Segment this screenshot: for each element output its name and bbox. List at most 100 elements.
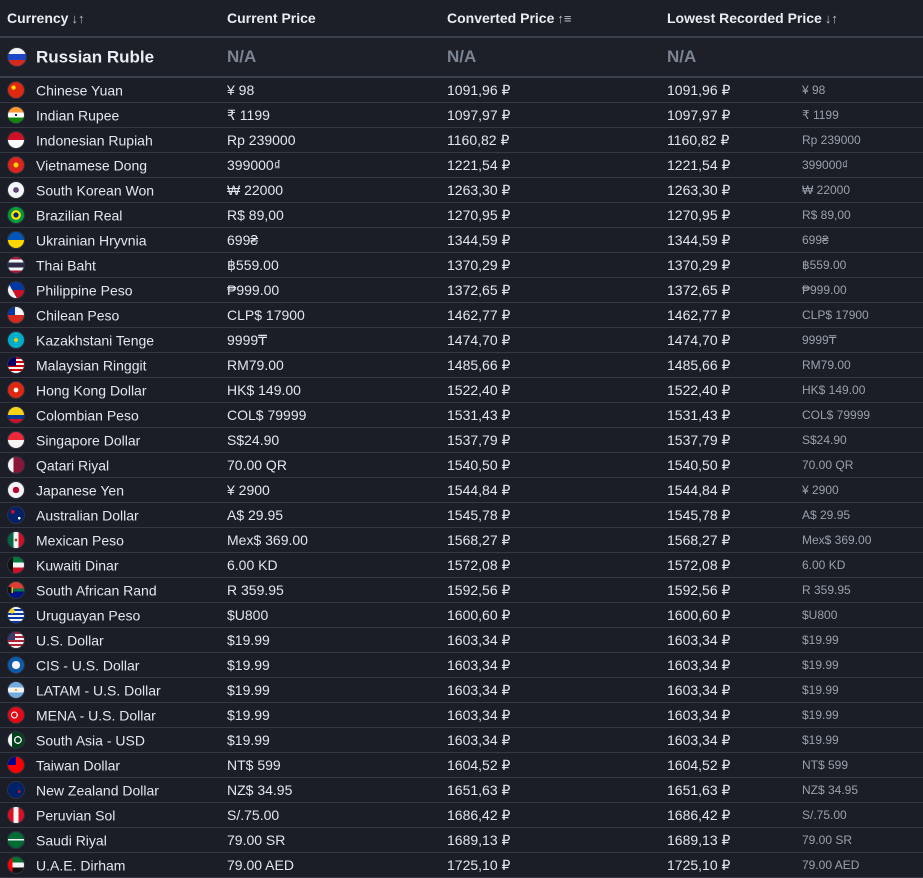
converted-price-column-header[interactable]: Converted Price ↑≡	[440, 0, 660, 38]
currency-name: South African Rand	[36, 582, 157, 599]
currency-cell: Chilean Peso	[0, 302, 220, 328]
table-row[interactable]: Indonesian Rupiah Rp 239000 1160,82 ₽1160,…	[0, 127, 923, 153]
table-row[interactable]: Kuwaiti Dinar 6.00 KD 1572,08 ₽1572,08 ₽6.…	[0, 552, 923, 578]
table-row[interactable]: Ukrainian Hryvnia 699₴ 1344,59 ₽1344,59 ₽6…	[0, 227, 923, 253]
table-row[interactable]: Kazakhstani Tenge 9999₸ 1474,70 ₽1474,70 ₽…	[0, 327, 923, 353]
converted-price-cell: 1603,34 ₽	[440, 627, 660, 653]
currency-cell: Uruguayan Peso	[0, 602, 220, 628]
table-row[interactable]: Mexican Peso Mex$ 369.00 1568,27 ₽1568,27 …	[0, 527, 923, 553]
table-row[interactable]: Singapore Dollar S$24.90 1537,79 ₽1537,79 …	[0, 427, 923, 453]
table-row[interactable]: Brazilian Real R$ 89,00 1270,95 ₽1270,95 ₽…	[0, 202, 923, 228]
russia-flag-icon	[7, 47, 27, 68]
ukraine-flag-icon	[7, 231, 25, 250]
converted-price-cell: 1531,43 ₽	[440, 402, 660, 428]
table-row[interactable]: U.A.E. Dirham 79.00 AED 1725,10 ₽1725,10 ₽…	[0, 852, 923, 878]
chile-flag-icon	[7, 306, 25, 325]
lowest-recorded-price-column-header[interactable]: Lowest Recorded Price ↓↑	[660, 0, 923, 38]
table-row[interactable]: U.S. Dollar $19.99 1603,34 ₽1603,34 ₽ $19.9…	[0, 627, 923, 653]
table-row[interactable]: South African Rand R 359.95 1592,56 ₽1592,…	[0, 577, 923, 603]
brazil-flag-icon	[7, 206, 25, 225]
currency-cell: Indian Rupee	[0, 102, 220, 128]
sort-icon[interactable]: ↓↑	[71, 11, 84, 26]
kuwait-flag-icon	[7, 556, 25, 575]
table-row[interactable]: Indian Rupee ₹ 1199 1097,97 ₽1097,97 ₽ ₹ 11…	[0, 102, 923, 128]
table-row[interactable]: MENA - U.S. Dollar $19.99 1603,34 ₽1603,34…	[0, 702, 923, 728]
table-row[interactable]: Vietnamese Dong 399000₫ 1221,54 ₽1221,54 ₽…	[0, 152, 923, 178]
converted-price-cell: 1651,63 ₽	[440, 777, 660, 803]
table-row[interactable]: LATAM - U.S. Dollar $19.99 1603,34 ₽1603,3…	[0, 677, 923, 703]
lowest-original-price-cell: ¥ 98	[800, 77, 923, 103]
currency-cell: MENA - U.S. Dollar	[0, 702, 220, 728]
table-row[interactable]: Taiwan Dollar NT$ 599 1604,52 ₽1604,52 ₽ NT…	[0, 752, 923, 778]
current-price-cell: A$ 29.95	[220, 502, 440, 528]
currency-cell: South African Rand	[0, 577, 220, 603]
converted-price-cell: 1725,10 ₽	[440, 852, 660, 878]
lowest-price-cell: 1603,34 ₽	[660, 727, 800, 753]
currency-column-header[interactable]: Currency ↓↑	[0, 0, 220, 38]
saudi-arabia-flag-icon	[7, 831, 25, 850]
currency-cell: Ukrainian Hryvnia	[0, 227, 220, 253]
table-row[interactable]: Thai Baht ฿559.00 1370,29 ₽1370,29 ₽ ฿559.0…	[0, 252, 923, 278]
lowest-original-price-cell: 79.00 SR	[800, 827, 923, 853]
lowest-price-cell: 1221,54 ₽	[660, 152, 800, 178]
currency-cell: U.A.E. Dirham	[0, 852, 220, 878]
table-row[interactable]: Saudi Riyal 79.00 SR 1689,13 ₽1689,13 ₽79.…	[0, 827, 923, 853]
current-price-column-header[interactable]: Current Price	[220, 0, 440, 38]
lowest-price-cell: 1344,59 ₽	[660, 227, 800, 253]
current-price-cell: 6.00 KD	[220, 552, 440, 578]
table-row[interactable]: South Korean Won ₩ 22000 1263,30 ₽1263,30 …	[0, 177, 923, 203]
current-price-cell: 70.00 QR	[220, 452, 440, 478]
current-price-cell: R$ 89,00	[220, 202, 440, 228]
lowest-price-cell: 1604,52 ₽	[660, 752, 800, 778]
table-row[interactable]: Chilean Peso CLP$ 17900 1462,77 ₽1462,77 ₽…	[0, 302, 923, 328]
vietnam-flag-icon	[7, 156, 25, 175]
table-row[interactable]: Malaysian Ringgit RM79.00 1485,66 ₽1485,66…	[0, 352, 923, 378]
table-row[interactable]: Peruvian Sol S/.75.00 1686,42 ₽1686,42 ₽ S/…	[0, 802, 923, 828]
currency-name: Qatari Riyal	[36, 457, 110, 474]
lowest-original-price-cell: 6.00 KD	[800, 552, 923, 578]
currency-name: Taiwan Dollar	[36, 757, 121, 774]
lowest-price-cell: 1603,34 ₽	[660, 702, 800, 728]
currency-name: CIS - U.S. Dollar	[36, 657, 140, 674]
table-row[interactable]: Japanese Yen ¥ 2900 1544,84 ₽1544,84 ₽ ¥ 29…	[0, 477, 923, 503]
currency-cell: CIS - U.S. Dollar	[0, 652, 220, 678]
table-row[interactable]: CIS - U.S. Dollar $19.99 1603,34 ₽1603,34 …	[0, 652, 923, 678]
table-row[interactable]: Qatari Riyal 70.00 QR 1540,50 ₽1540,50 ₽70…	[0, 452, 923, 478]
lowest-original-price-cell: $19.99	[800, 702, 923, 728]
converted-price-cell: N/A	[440, 37, 660, 78]
converted-price-cell: 1091,96 ₽	[440, 77, 660, 103]
sort-icon[interactable]: ↓↑	[825, 11, 838, 26]
lowest-original-price-cell: S$24.90	[800, 427, 923, 453]
table-row[interactable]: Chinese Yuan ¥ 98 1091,96 ₽1091,96 ₽ ¥ 98	[0, 77, 923, 103]
current-price-cell: HK$ 149.00	[220, 377, 440, 403]
currency-cell: Japanese Yen	[0, 477, 220, 503]
table-row[interactable]: Australian Dollar A$ 29.95 1545,78 ₽1545,7…	[0, 502, 923, 528]
table-row[interactable]: Colombian Peso COL$ 79999 1531,43 ₽1531,43…	[0, 402, 923, 428]
currency-name: Indonesian Rupiah	[36, 132, 153, 149]
converted-price-cell: 1263,30 ₽	[440, 177, 660, 203]
converted-price-cell: 1686,42 ₽	[440, 802, 660, 828]
new-zealand-flag-icon	[7, 781, 25, 800]
currency-name: Brazilian Real	[36, 207, 123, 224]
converted-price-cell: 1160,82 ₽	[440, 127, 660, 153]
lowest-original-price-cell: Rp 239000	[800, 127, 923, 153]
converted-price-cell: 1540,50 ₽	[440, 452, 660, 478]
currency-cell: Mexican Peso	[0, 527, 220, 553]
philippines-flag-icon	[7, 281, 25, 300]
currency-name: Colombian Peso	[36, 407, 139, 424]
lowest-price-cell: 1462,77 ₽	[660, 302, 800, 328]
table-row[interactable]: New Zealand Dollar NZ$ 34.95 1651,63 ₽1651…	[0, 777, 923, 803]
currency-cell: Colombian Peso	[0, 402, 220, 428]
table-row[interactable]: South Asia - USD $19.99 1603,34 ₽1603,34 ₽…	[0, 727, 923, 753]
currency-cell: Malaysian Ringgit	[0, 352, 220, 378]
converted-price-cell: 1689,13 ₽	[440, 827, 660, 853]
table-row[interactable]: Hong Kong Dollar HK$ 149.00 1522,40 ₽1522,…	[0, 377, 923, 403]
sort-ascending-icon[interactable]: ↑≡	[557, 11, 571, 26]
table-row[interactable]: Philippine Peso ₱999.00 1372,65 ₽1372,65 ₽…	[0, 277, 923, 303]
lowest-price-cell: 1592,56 ₽	[660, 577, 800, 603]
current-price-cell: ₩ 22000	[220, 177, 440, 203]
table-row[interactable]: Uruguayan Peso $U800 1600,60 ₽1600,60 ₽ $U8…	[0, 602, 923, 628]
current-price-cell: ฿559.00	[220, 252, 440, 278]
current-price-cell: 79.00 SR	[220, 827, 440, 853]
current-price-cell: COL$ 79999	[220, 402, 440, 428]
